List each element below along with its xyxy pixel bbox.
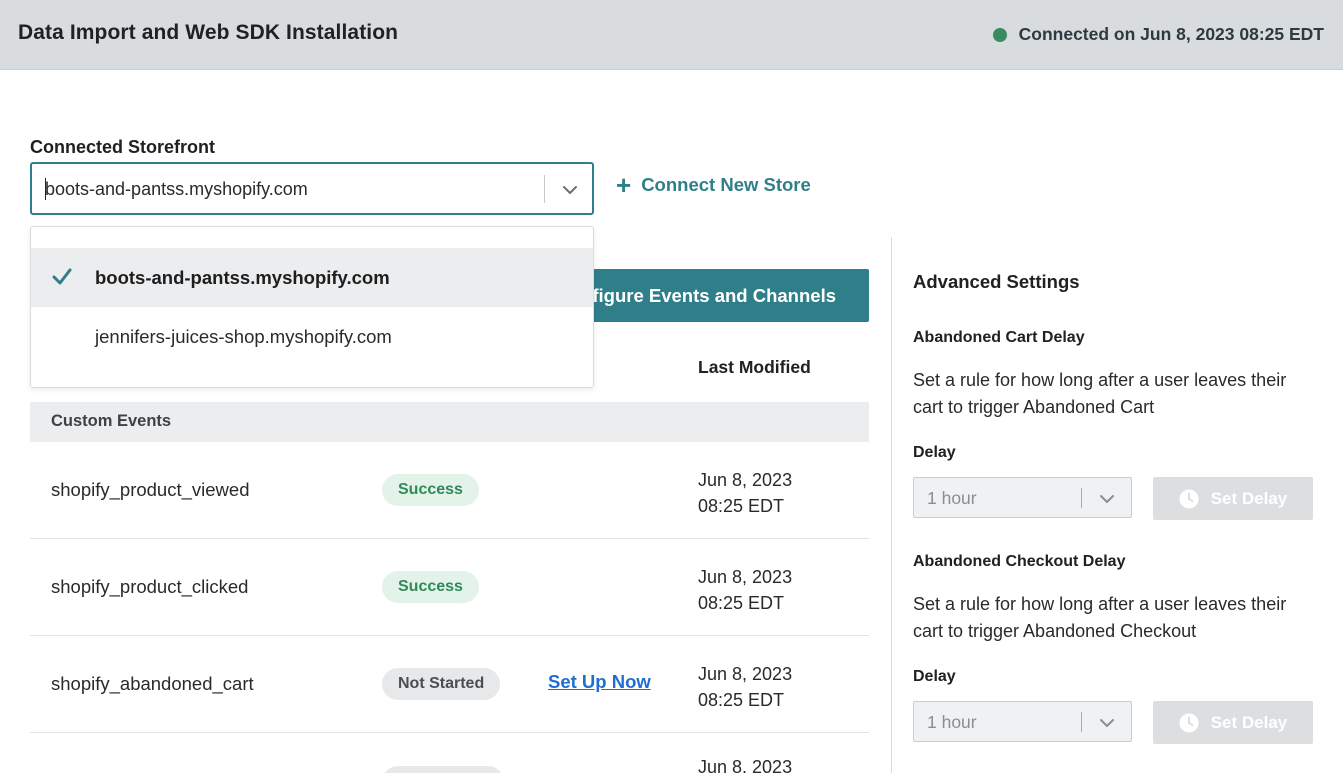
table-row: shopify_product_viewed Success Jun 8, 20… [30, 442, 869, 539]
panel-divider [891, 237, 892, 773]
storefront-label: Connected Storefront [30, 137, 216, 157]
group-label: Custom Events [51, 412, 172, 430]
last-modified: Jun 8, 2023 08:25 EDT [698, 564, 792, 616]
advanced-settings-title: Advanced Settings [913, 271, 1080, 292]
event-name: shopify_product_viewed [51, 479, 250, 500]
status-badge: Not Started [382, 668, 501, 700]
abandoned-checkout-delay-select[interactable]: 1 hour [913, 701, 1132, 742]
configure-events-label: figure Events and Channels [592, 284, 836, 306]
text-cursor [45, 178, 46, 200]
storefront-select-value[interactable]: boots-and-pantss.myshopify.com [45, 179, 308, 200]
table-row: shopify_abandoned_cart Not Started Set U… [30, 636, 869, 733]
last-modified: Jun 8, 2023 08:25 EDT [698, 661, 792, 713]
last-modified-time: 08:25 EDT [698, 496, 785, 516]
column-header-last-modified: Last Modified [698, 357, 811, 377]
delay-select-value: 1 hour [927, 712, 977, 732]
chevron-down-icon [1100, 719, 1114, 727]
abandoned-checkout-delay-title: Abandoned Checkout Delay [913, 553, 1126, 570]
clock-icon [1179, 489, 1199, 508]
storefront-dropdown-menu: boots-and-pantss.myshopify.com jennifers… [30, 226, 594, 388]
table-row: Jun 8, 2023 [30, 733, 869, 773]
last-modified-date: Jun 8, 2023 [698, 470, 793, 490]
select-separator [1081, 712, 1082, 732]
group-header-custom-events: Custom Events [30, 402, 869, 442]
abandoned-checkout-delay-label: Delay [913, 668, 956, 685]
plus-icon: + [616, 170, 632, 200]
delay-select-value: 1 hour [927, 488, 977, 508]
last-modified-date: Jun 8, 2023 [698, 567, 793, 587]
status-badge: Success [382, 571, 479, 603]
abandoned-cart-delay-title: Abandoned Cart Delay [913, 329, 1085, 346]
abandoned-cart-delay-label: Delay [913, 444, 956, 461]
abandoned-cart-delay-desc: Set a rule for how long after a user lea… [913, 370, 1287, 417]
last-modified-time: 08:25 EDT [698, 593, 785, 613]
status-badge: Success [382, 474, 479, 506]
abandoned-checkout-set-delay-button[interactable]: Set Delay [1153, 701, 1313, 744]
status-dot-icon [992, 27, 1007, 42]
storefront-option-label: jennifers-juices-shop.myshopify.com [95, 326, 392, 347]
storefront-option[interactable]: jennifers-juices-shop.myshopify.com [31, 307, 593, 366]
status-badge [382, 766, 504, 773]
event-name: shopify_product_clicked [51, 576, 249, 597]
set-delay-label: Set Delay [1210, 712, 1288, 732]
last-modified-date: Jun 8, 2023 [698, 757, 793, 773]
abandoned-cart-set-delay-button[interactable]: Set Delay [1153, 477, 1313, 520]
connect-new-store-button[interactable]: + Connect New Store [616, 170, 811, 200]
abandoned-cart-delay-select[interactable]: 1 hour [913, 477, 1132, 518]
event-name: shopify_abandoned_cart [51, 673, 254, 694]
last-modified: Jun 8, 2023 08:25 EDT [698, 467, 792, 519]
set-delay-label: Set Delay [1210, 488, 1288, 508]
chevron-down-icon [1100, 495, 1114, 503]
connect-new-store-label: Connect New Store [641, 174, 811, 195]
chevron-down-icon[interactable] [560, 180, 580, 200]
abandoned-checkout-delay-desc: Set a rule for how long after a user lea… [913, 594, 1287, 641]
last-modified-date: Jun 8, 2023 [698, 664, 793, 684]
storefront-option-label: boots-and-pantss.myshopify.com [95, 267, 390, 288]
select-separator [1081, 488, 1082, 508]
set-up-now-link[interactable]: Set Up Now [548, 671, 651, 693]
check-icon [52, 268, 72, 285]
connection-status-text: Connected on Jun 8, 2023 08:25 EDT [1018, 24, 1324, 44]
last-modified-time: 08:25 EDT [698, 690, 785, 710]
storefront-option[interactable]: boots-and-pantss.myshopify.com [31, 248, 593, 307]
select-separator [544, 175, 545, 203]
clock-icon [1179, 713, 1199, 732]
page-title: Data Import and Web SDK Installation [18, 21, 399, 44]
connection-status: Connected on Jun 8, 2023 08:25 EDT [992, 24, 1324, 45]
page-header: Data Import and Web SDK Installation Con… [0, 0, 1343, 70]
configure-events-button[interactable]: figure Events and Channels [560, 269, 869, 322]
storefront-select[interactable]: boots-and-pantss.myshopify.com [30, 162, 594, 215]
table-row: shopify_product_clicked Success Jun 8, 2… [30, 539, 869, 636]
